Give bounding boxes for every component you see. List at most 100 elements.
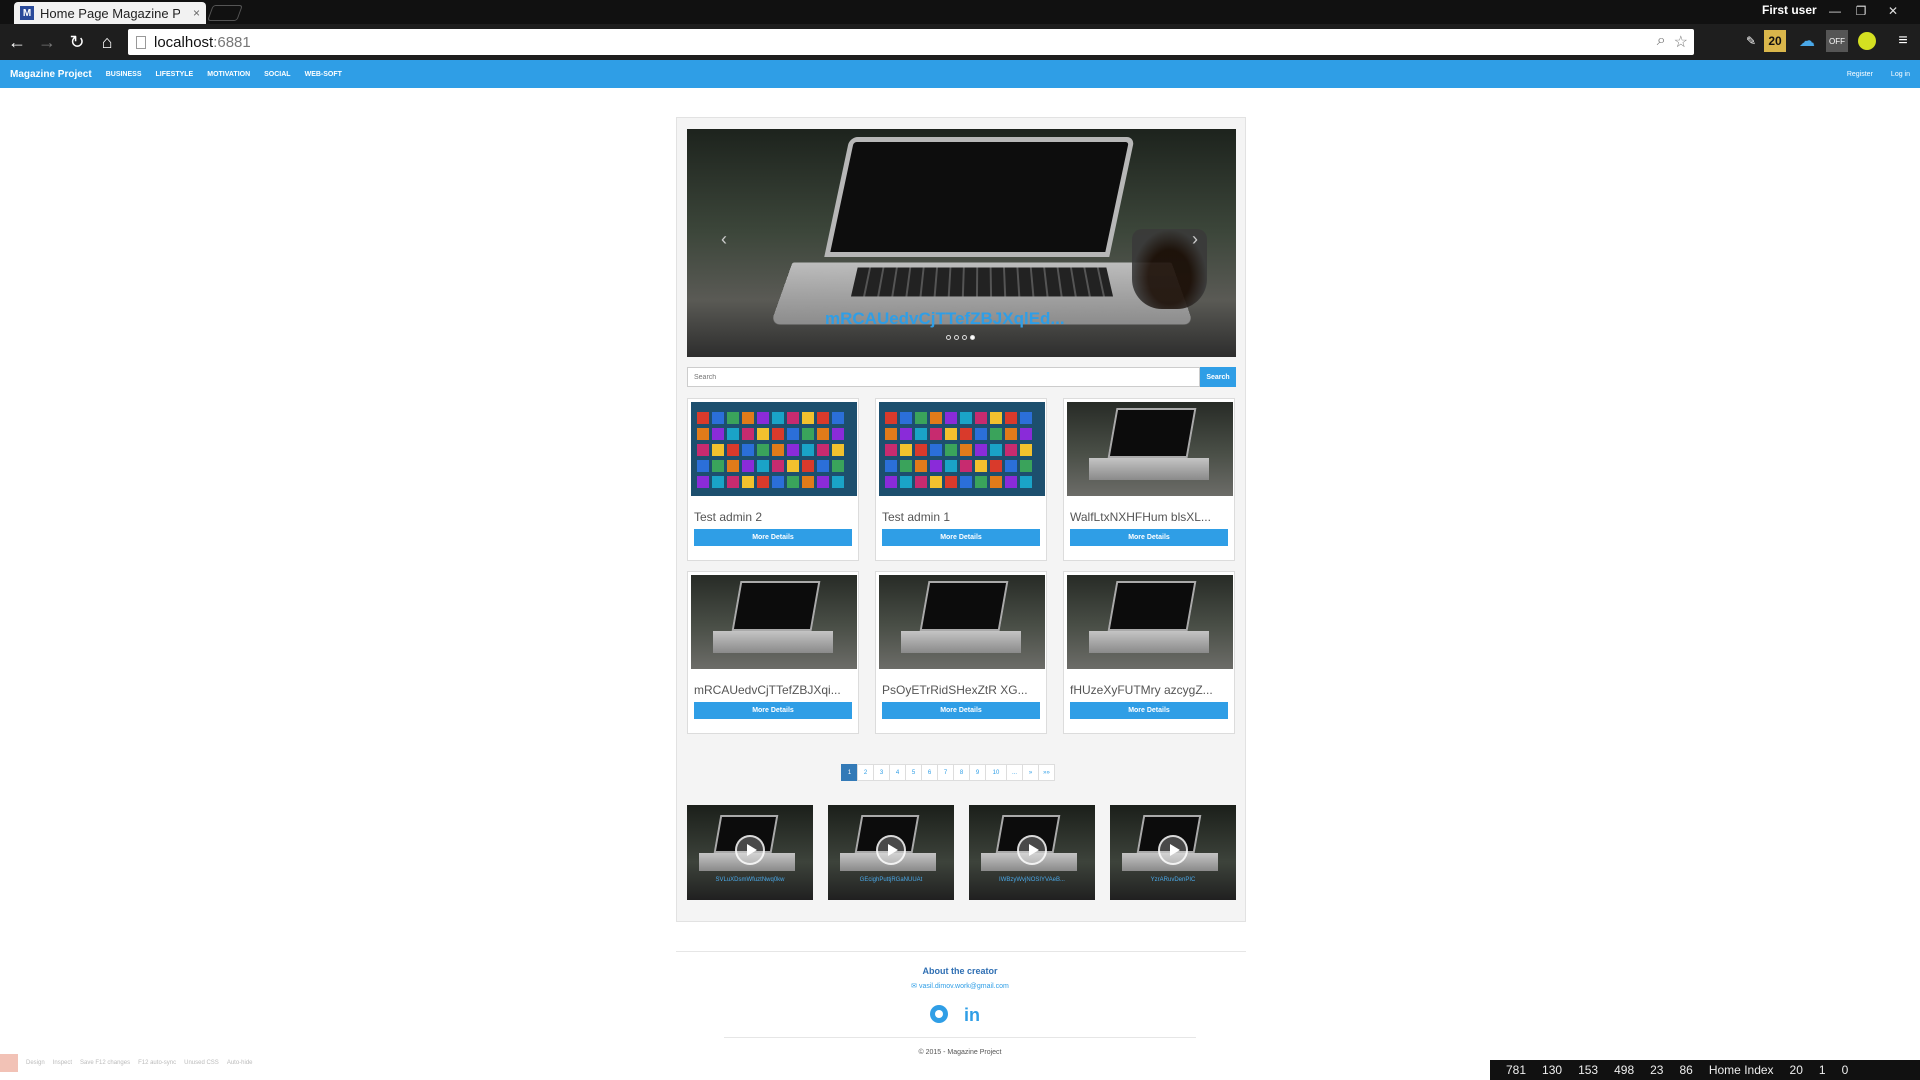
restore-icon[interactable]: ❐ (1848, 2, 1874, 20)
new-tab-button[interactable] (207, 5, 243, 21)
play-icon[interactable] (876, 835, 906, 865)
article-title[interactable]: fHUzeXyFUTMry azcygZ... (1070, 683, 1213, 697)
page-link[interactable]: 3 (873, 764, 890, 781)
page-link[interactable]: 10 (985, 764, 1007, 781)
creator-email-link[interactable]: ✉ vasil.dimov.work@gmail.com (0, 982, 1920, 990)
reload-icon[interactable]: ↻ (64, 29, 90, 55)
video-thumbnail[interactable]: IWBzyWvjNOSIYVAeB... (969, 805, 1095, 900)
carousel-caption[interactable]: mRCAUedvCjTTefZBJXqlEd... (825, 309, 1065, 329)
more-details-button[interactable]: More Details (882, 702, 1040, 719)
menu-icon[interactable]: ≡ (1892, 30, 1914, 52)
nav-motivation[interactable]: MOTIVATION (207, 71, 250, 78)
browser-link-logo-icon[interactable] (0, 1054, 18, 1072)
article-thumbnail[interactable] (879, 402, 1045, 496)
page-link[interactable]: 7 (937, 764, 954, 781)
more-details-button[interactable]: More Details (882, 529, 1040, 546)
back-icon[interactable]: ← (4, 29, 30, 55)
video-title[interactable]: GEcighPuttjRGaNUUAt (828, 877, 954, 883)
article-thumbnail[interactable] (879, 575, 1045, 669)
address-bar[interactable]: localhost :6881 ⌕ ☆ (128, 29, 1694, 55)
app-tile (817, 428, 829, 440)
video-thumbnail[interactable]: GEcighPuttjRGaNUUAt (828, 805, 954, 900)
article-title[interactable]: mRCAUedvCjTTefZBJXqi... (694, 683, 841, 697)
more-details-button[interactable]: More Details (694, 529, 852, 546)
off-extension-icon[interactable]: OFF (1826, 30, 1848, 52)
zoom-search-icon[interactable]: ⌕ (1657, 32, 1666, 52)
carousel-dot[interactable] (962, 335, 967, 340)
carousel-dot[interactable] (954, 335, 959, 340)
next-page-link[interactable]: » (1022, 764, 1039, 781)
home-icon[interactable]: ⌂ (94, 29, 120, 55)
carousel-prev-icon[interactable]: ‹ (721, 229, 727, 250)
more-details-button[interactable]: More Details (1070, 702, 1228, 719)
article-thumbnail[interactable] (1067, 402, 1233, 496)
extension-badge-icon[interactable]: 20 (1764, 30, 1786, 52)
browser-titlebar: M Home Page Magazine Pro × First user — … (0, 0, 1920, 24)
nav-business[interactable]: BUSINESS (106, 71, 142, 78)
app-tile (832, 476, 844, 488)
browser-tab[interactable]: M Home Page Magazine Pro × (14, 2, 206, 24)
app-tile (757, 412, 769, 424)
nav-lifestyle[interactable]: LIFESTYLE (156, 71, 194, 78)
article-title[interactable]: PsOyETrRidSHexZtR XG... (882, 683, 1028, 697)
article-title[interactable]: WalfLtxNXHFHum blsXL... (1070, 510, 1211, 524)
nav-social[interactable]: SOCIAL (264, 71, 290, 78)
more-details-button[interactable]: More Details (694, 702, 852, 719)
app-tile (727, 476, 739, 488)
page-link[interactable]: 6 (921, 764, 938, 781)
last-page-link[interactable]: »» (1038, 764, 1055, 781)
article-title[interactable]: Test admin 2 (694, 510, 762, 524)
play-icon[interactable] (735, 835, 765, 865)
pen-extension-icon[interactable]: ✎ (1740, 30, 1762, 52)
bookmark-star-icon[interactable]: ☆ (1674, 32, 1688, 52)
register-link[interactable]: Register (1847, 71, 1873, 78)
github-icon[interactable] (930, 1005, 948, 1023)
toolbar-item[interactable]: Inspect (53, 1060, 72, 1066)
video-thumbnail[interactable]: YzrARuvDenPIC (1110, 805, 1236, 900)
video-title[interactable]: SVLuXDsmWfuztNwq0kw (687, 877, 813, 883)
article-thumbnail[interactable] (691, 402, 857, 496)
page-icon (136, 35, 146, 49)
cloud-extension-icon[interactable]: ☁ (1796, 30, 1818, 52)
smiley-extension-icon[interactable] (1858, 32, 1876, 50)
glimpse-bar[interactable]: 781 130 153 498 23 86 Home Index 20 1 0 (1490, 1060, 1920, 1080)
toolbar-item[interactable]: Design (26, 1060, 45, 1066)
page-link-active[interactable]: 1 (841, 764, 858, 781)
nav-web-soft[interactable]: WEB-SOFT (305, 71, 342, 78)
page-link[interactable]: 8 (953, 764, 970, 781)
linkedin-icon[interactable]: in (964, 1005, 980, 1026)
play-icon[interactable] (1017, 835, 1047, 865)
toolbar-item[interactable]: Unused CSS (184, 1060, 219, 1066)
toolbar-item[interactable]: Save F12 changes (80, 1060, 130, 1066)
carousel[interactable]: ‹ › mRCAUedvCjTTefZBJXqlEd... (687, 129, 1236, 357)
article-thumbnail[interactable] (691, 575, 857, 669)
carousel-dot-active[interactable] (970, 335, 975, 340)
brand-link[interactable]: Magazine Project (10, 69, 92, 80)
search-input[interactable] (687, 367, 1200, 387)
video-title[interactable]: YzrARuvDenPIC (1110, 877, 1236, 883)
toolbar-item[interactable]: Auto-hide (227, 1060, 253, 1066)
app-tile (787, 444, 799, 456)
article-thumbnail[interactable] (1067, 575, 1233, 669)
more-details-button[interactable]: More Details (1070, 529, 1228, 546)
forward-icon[interactable]: → (34, 29, 60, 55)
login-link[interactable]: Log in (1891, 71, 1910, 78)
page-link[interactable]: 2 (857, 764, 874, 781)
video-thumbnail[interactable]: SVLuXDsmWfuztNwq0kw (687, 805, 813, 900)
toolbar-item[interactable]: F12 auto-sync (138, 1060, 176, 1066)
page-link[interactable]: 5 (905, 764, 922, 781)
footer-divider (676, 951, 1246, 952)
creator-email[interactable]: vasil.dimov.work@gmail.com (919, 983, 1009, 990)
carousel-dot[interactable] (946, 335, 951, 340)
search-button[interactable]: Search (1200, 367, 1236, 387)
page-link[interactable]: 9 (969, 764, 986, 781)
article-title[interactable]: Test admin 1 (882, 510, 950, 524)
play-icon[interactable] (1158, 835, 1188, 865)
close-window-icon[interactable]: ✕ (1880, 2, 1906, 20)
carousel-next-icon[interactable]: › (1192, 229, 1198, 250)
video-title[interactable]: IWBzyWvjNOSIYVAeB... (969, 877, 1095, 883)
tab-close-icon[interactable]: × (193, 6, 200, 20)
profile-user-label[interactable]: First user (1762, 3, 1817, 17)
minimize-icon[interactable]: — (1822, 2, 1848, 20)
page-link[interactable]: 4 (889, 764, 906, 781)
